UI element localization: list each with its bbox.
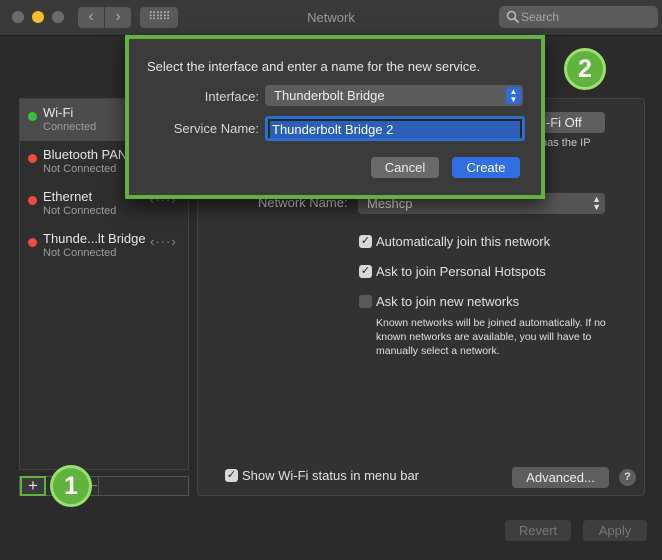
advanced-button[interactable]: Advanced...: [512, 467, 609, 488]
interface-label: Interface:: [204, 89, 259, 104]
updown-chevron-icon: ▲ ▼: [592, 194, 601, 212]
service-status: Not Connected: [43, 205, 117, 217]
interface-select[interactable]: Thunderbolt Bridge ▲ ▼: [265, 85, 523, 106]
search-icon: [506, 10, 520, 24]
ask-hotspots-label: Ask to join Personal Hotspots: [376, 264, 546, 279]
service-name: Thunde...lt Bridge: [43, 231, 146, 246]
service-status: Not Connected: [43, 247, 117, 259]
search-field[interactable]: [499, 6, 658, 28]
service-name-input[interactable]: [270, 121, 520, 138]
show-wifi-status-label: Show Wi-Fi status in menu bar: [242, 468, 420, 483]
cancel-button[interactable]: Cancel: [371, 157, 439, 178]
search-input[interactable]: [521, 8, 651, 26]
ask-new-networks-label: Ask to join new networks: [376, 294, 520, 309]
service-name: Ethernet: [43, 189, 93, 204]
turn-wifi-off-button[interactable]: i-Fi Off: [536, 112, 605, 133]
divider: [98, 477, 99, 495]
status-dot: [28, 112, 37, 121]
show-wifi-status-checkbox[interactable]: ✓: [225, 469, 238, 482]
service-name-label: Service Name:: [173, 121, 259, 136]
help-button[interactable]: ?: [619, 469, 636, 486]
status-dot: [28, 196, 37, 205]
updown-chevron-icon: ▲ ▼: [506, 87, 521, 104]
add-service-button[interactable]: +: [20, 476, 46, 496]
create-button[interactable]: Create: [452, 157, 520, 178]
status-dot: [28, 238, 37, 247]
ask-hotspots-checkbox[interactable]: ✓: [359, 265, 372, 278]
apply-button[interactable]: Apply: [583, 520, 647, 541]
ask-new-networks-checkbox[interactable]: [359, 295, 372, 308]
ask-new-networks-note: Known networks will be joined automatica…: [376, 317, 606, 357]
service-name: Bluetooth PAN: [43, 147, 128, 162]
callout-badge-2: 2: [564, 48, 606, 90]
revert-button[interactable]: Revert: [505, 520, 571, 541]
service-name-field[interactable]: [265, 116, 525, 141]
auto-join-checkbox[interactable]: ✓: [359, 235, 372, 248]
dialog-prompt: Select the interface and enter a name fo…: [147, 59, 481, 74]
window-titlebar: ‹ › ⠿⠿⠿ Network: [0, 0, 662, 36]
ethernet-arrows-icon: ‹···›: [150, 234, 177, 249]
service-status: Not Connected: [43, 163, 117, 175]
sidebar-item-thunderbolt-bridge[interactable]: Thunde...lt Bridge Not Connected ‹···›: [20, 225, 188, 267]
service-name: Wi-Fi: [43, 105, 74, 120]
status-dot: [28, 154, 37, 163]
auto-join-label: Automatically join this network: [376, 234, 551, 249]
new-service-dialog: Select the interface and enter a name fo…: [125, 35, 545, 199]
service-status: Connected: [43, 121, 97, 133]
interface-value: Thunderbolt Bridge: [274, 88, 385, 103]
wifi-status-text: has the IP: [541, 137, 591, 149]
callout-badge-1: 1: [50, 465, 92, 507]
